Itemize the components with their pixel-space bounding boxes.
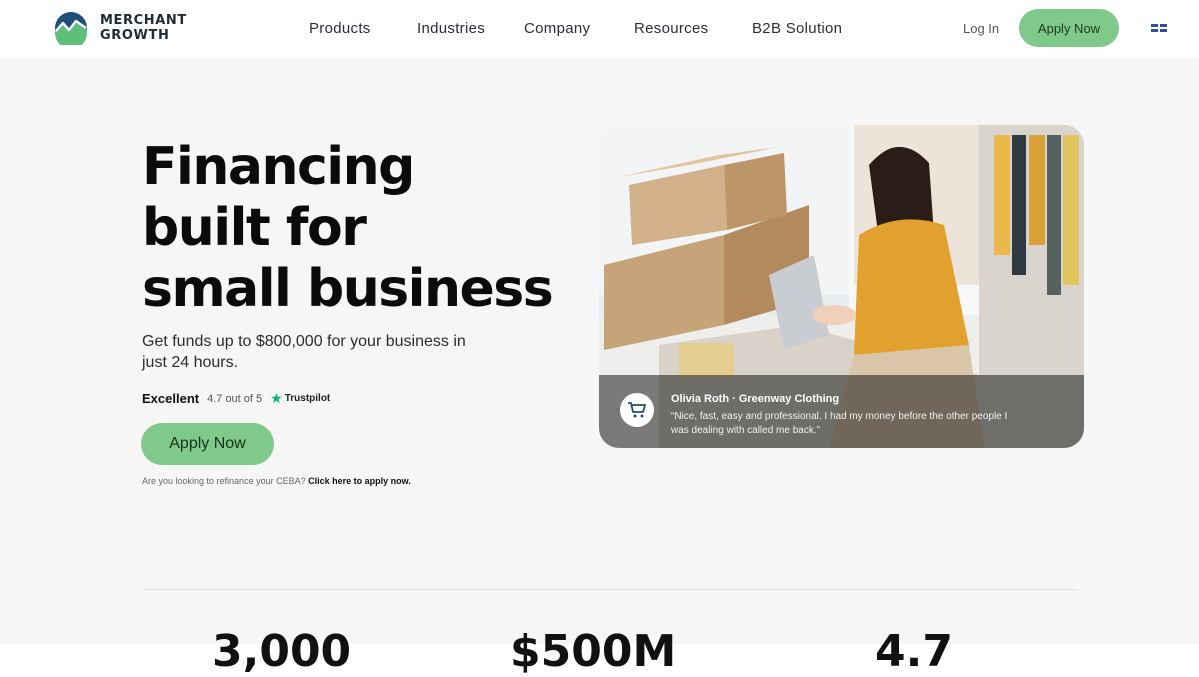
nav-item-b2b-solution[interactable]: B2B Solution (752, 20, 842, 37)
nav-item-company[interactable]: Company (524, 20, 590, 37)
stat-value: 3,000 (212, 626, 352, 677)
nav-item-products[interactable]: Products (309, 20, 371, 37)
hero-headline-line: small business (142, 259, 554, 319)
login-link[interactable]: Log In (963, 21, 999, 36)
rating-source: Trustpilot (284, 393, 331, 404)
rating-score: 4.7 out of 5 (207, 392, 263, 405)
language-flag-icon[interactable] (1151, 23, 1167, 33)
hero-subtext: Get funds up to $800,000 for your busine… (142, 333, 466, 371)
testimonial-author: Olivia Roth · Greenway Clothing (671, 393, 840, 405)
main-nav: Products Industries Company Resources B2… (0, 20, 900, 38)
apply-now-hero-button[interactable]: Apply Now (141, 423, 274, 465)
stat-value: 4.7 (875, 626, 953, 677)
hero-photo: Olivia Roth · Greenway Clothing “Nice, f… (599, 125, 1084, 448)
nav-item-resources[interactable]: Resources (634, 20, 708, 37)
section-divider (142, 589, 1077, 590)
ceba-apply-link[interactable]: Click here to apply now. (308, 476, 411, 486)
stat-value: $500M (510, 626, 677, 677)
testimonial-quote: “Nice, fast, easy and professional. I ha… (671, 411, 1008, 436)
trustpilot-star-icon: ★ (270, 390, 283, 406)
shopping-cart-icon (620, 393, 654, 427)
nav-item-industries[interactable]: Industries (417, 20, 485, 37)
site-header: MERCHANT GROWTH Products Industries Comp… (0, 0, 1199, 58)
hero-headline-line: Financing (142, 137, 415, 197)
hero-headline: Financing built for small business (142, 137, 554, 320)
rating-label: Excellent (142, 391, 200, 406)
ceba-refinance-note: Are you looking to refinance your CEBA? … (142, 476, 411, 486)
ceba-text: Are you looking to refinance your CEBA? (142, 476, 306, 486)
apply-now-header-button[interactable]: Apply Now (1019, 9, 1119, 47)
hero-headline-line: built for (142, 198, 367, 258)
trustpilot-rating[interactable]: Excellent 4.7 out of 5 ★ Trustpilot (142, 390, 330, 407)
